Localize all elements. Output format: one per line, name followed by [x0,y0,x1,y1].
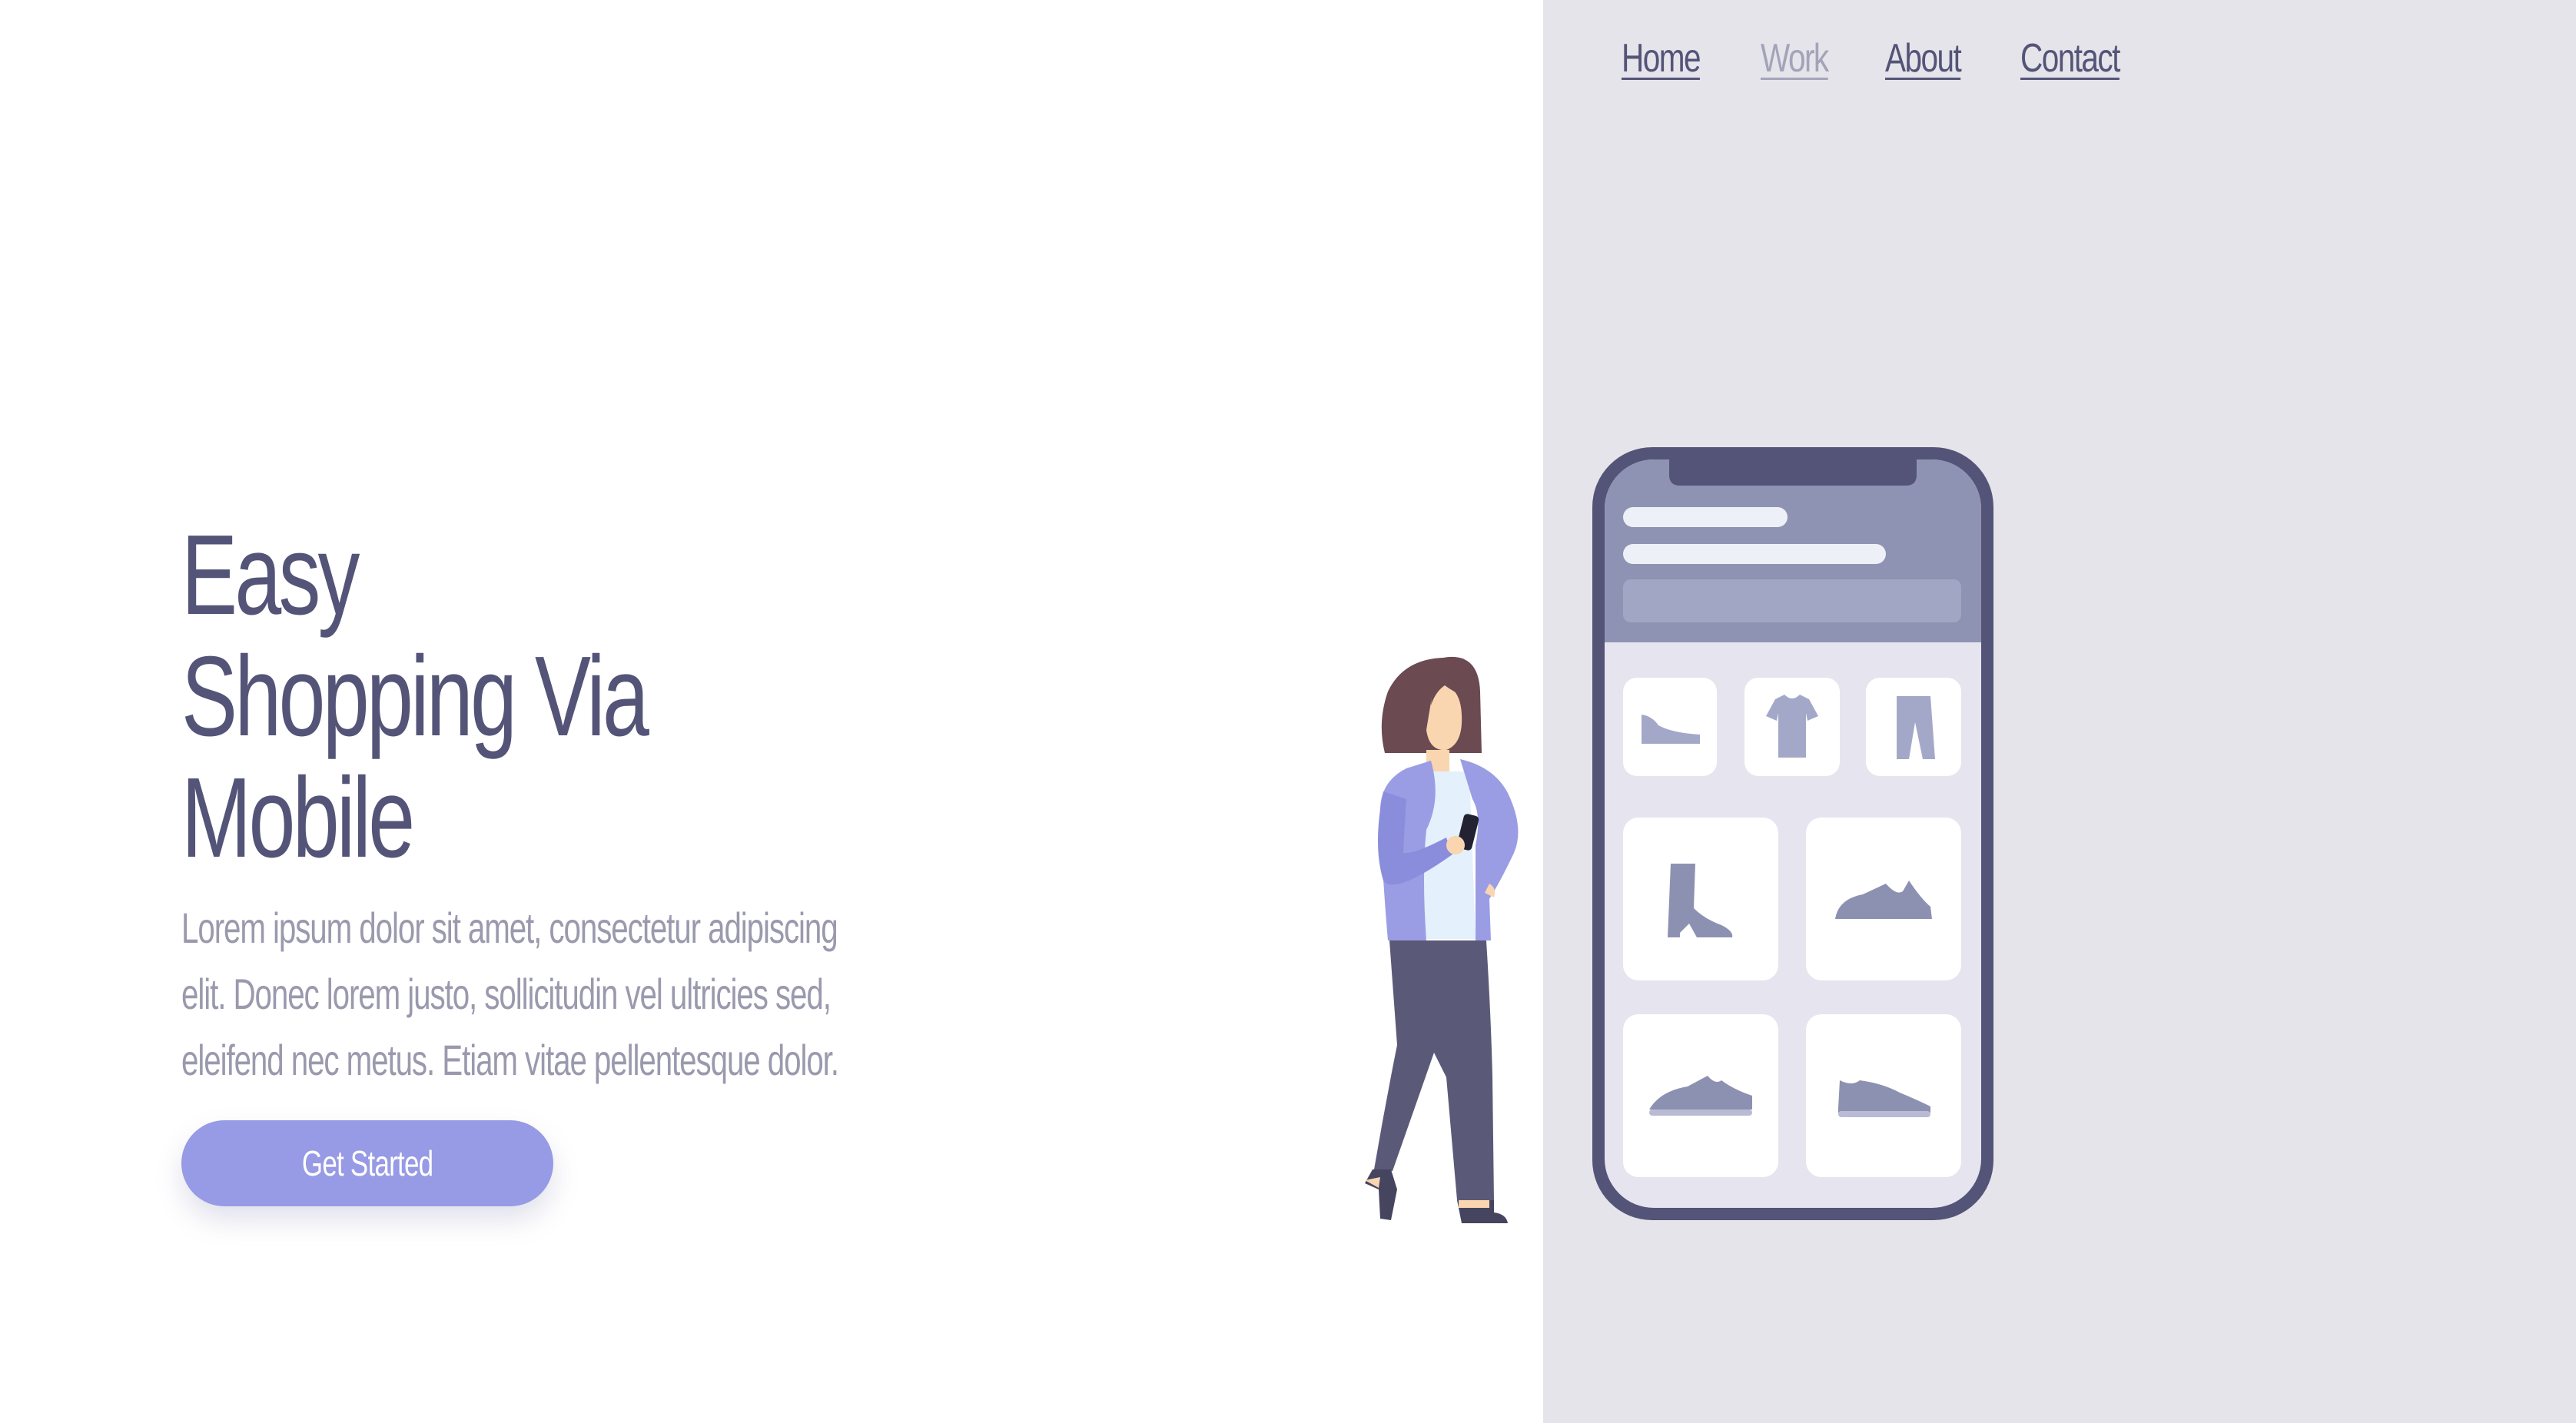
product-tile[interactable] [1623,818,1778,980]
nav-about-link[interactable]: About [1885,35,1962,81]
hero-title-line: Shopping Via [181,633,649,760]
woman-figure [1365,656,1519,1223]
hero-description: Lorem ipsum dolor sit amet, consectetur … [181,895,901,1093]
get-started-button[interactable]: Get Started [181,1120,553,1206]
nav-home-link[interactable]: Home [1622,35,1701,81]
hero-title-line: Easy [181,512,360,639]
product-tile[interactable] [1744,678,1840,776]
hero-description-line: elit. Donec lorem justo, sollicitudin ve… [181,970,832,1018]
hero-title: Easy Shopping Via Mobile [181,515,807,879]
product-tile[interactable] [1806,818,1961,980]
nav-work-link[interactable]: Work [1761,35,1829,81]
nav-contact-link[interactable]: Contact [2020,35,2120,81]
main-nav: Home Work About Contact [1622,35,2124,81]
hero-title-line: Mobile [181,755,415,881]
phone-illustration [1592,447,1993,1220]
product-tile[interactable] [1866,678,1961,776]
product-tile[interactable] [1623,678,1717,776]
landing-page: Home Work About Contact Easy Shopping Vi… [0,0,2576,1423]
hero-description-line: eleifend nec metus. Etiam vitae pellente… [181,1036,839,1084]
hero-description-line: Lorem ipsum dolor sit amet, consectetur … [181,904,838,952]
hero-section: Easy Shopping Via Mobile Lorem ipsum dol… [181,515,1027,1085]
get-started-label: Get Started [301,1143,433,1183]
product-tile[interactable] [1623,1014,1778,1177]
product-tile[interactable] [1806,1014,1961,1177]
